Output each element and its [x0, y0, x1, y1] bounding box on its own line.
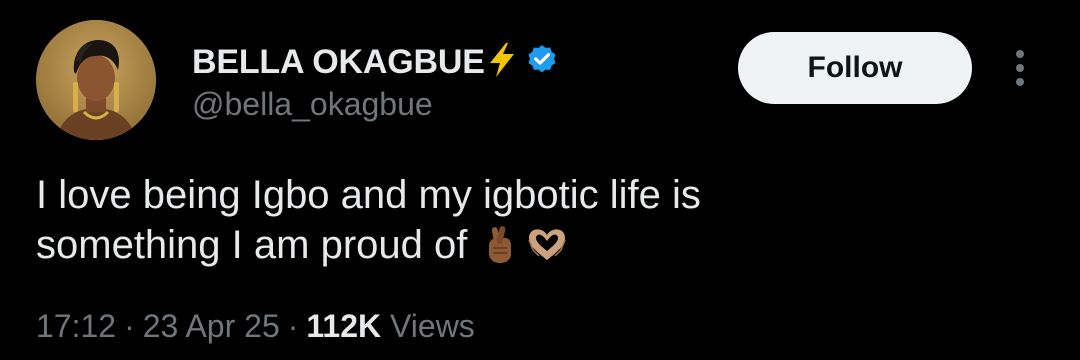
lightning-bolt-icon: [487, 42, 517, 83]
crossed-fingers-emoji: [481, 224, 517, 276]
display-name[interactable]: BELLA OKAGBUE: [192, 43, 485, 82]
name-row: BELLA OKAGBUE: [192, 40, 559, 84]
views-count[interactable]: 112K: [306, 308, 381, 344]
follow-button[interactable]: Follow: [738, 32, 972, 104]
tweet-line-2-text: something I am proud of: [36, 223, 468, 267]
tweet-line-2: something I am proud of: [36, 220, 1046, 276]
tweet-line-1: I love being Igbo and my igbotic life is: [36, 173, 701, 217]
tweet-text: I love being Igbo and my igbotic life is…: [36, 170, 1046, 276]
profile-photo: [36, 20, 156, 140]
meta-separator: ·: [124, 308, 135, 344]
tweet-meta: 17:12 · 23 Apr 25 · 112K Views: [36, 308, 475, 345]
avatar[interactable]: [36, 20, 156, 140]
verified-badge-icon[interactable]: [525, 43, 559, 82]
views-label: Views: [390, 308, 475, 344]
tweet-time[interactable]: 17:12: [36, 308, 116, 344]
meta-separator: ·: [287, 308, 299, 344]
username-handle[interactable]: @bella_okagbue: [192, 86, 433, 123]
tweet-date[interactable]: 23 Apr 25: [143, 308, 280, 344]
more-vertical-icon[interactable]: [1004, 46, 1036, 90]
heart-hands-emoji: [525, 226, 569, 276]
